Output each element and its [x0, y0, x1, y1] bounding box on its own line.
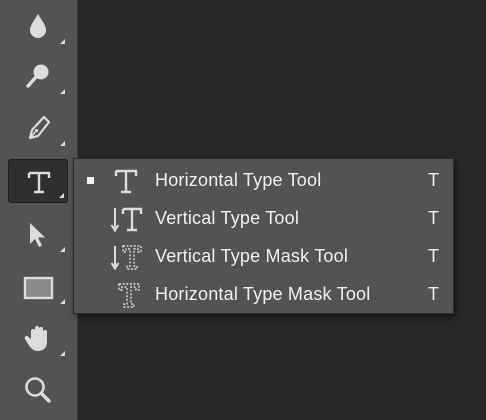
hand-icon: [24, 326, 47, 351]
vertical-type-icon: [110, 207, 143, 233]
menu-item-label: Horizontal Type Mask Tool: [155, 284, 371, 304]
tool-group-indicator: [60, 247, 65, 252]
blur-tool-button[interactable]: [8, 4, 68, 48]
blur-drop-icon: [30, 14, 46, 38]
tool-group-indicator: [60, 39, 65, 44]
tool-group-indicator: [60, 351, 65, 356]
horizontal-type-mask-icon: [118, 283, 140, 308]
menu-item-shortcut: T: [428, 284, 439, 304]
selected-bullet-icon: [87, 177, 94, 184]
menu-item-shortcut: T: [428, 170, 439, 190]
menu-item-horizontal-type-tool[interactable]: Horizontal Type Tool T: [74, 161, 453, 199]
menu-item-shortcut: T: [428, 208, 439, 228]
horizontal-type-icon: [114, 169, 138, 194]
pen-tool-button[interactable]: [8, 106, 68, 150]
type-icon: [27, 171, 51, 194]
menu-item-horizontal-type-mask-tool[interactable]: Horizontal Type Mask Tool T: [74, 275, 453, 313]
hand-tool-button[interactable]: [8, 316, 68, 360]
type-tool-button[interactable]: [8, 159, 68, 203]
tool-group-indicator: [60, 141, 65, 146]
zoom-tool-button[interactable]: [8, 368, 68, 412]
tool-group-indicator: [60, 89, 65, 94]
path-selection-tool-button[interactable]: [8, 212, 68, 256]
rectangle-icon: [23, 276, 54, 300]
pen-icon: [28, 115, 51, 140]
type-tool-flyout-menu: Horizontal Type Tool T Vertical Type Too…: [73, 158, 454, 314]
menu-item-label: Vertical Type Mask Tool: [155, 246, 349, 266]
rectangle-tool-button[interactable]: [8, 264, 68, 308]
tool-group-indicator: [59, 193, 64, 198]
menu-item-label: Horizontal Type Tool: [155, 170, 322, 190]
path-selection-icon: [30, 223, 45, 247]
dodge-tool-button[interactable]: [8, 54, 68, 98]
tool-group-indicator: [60, 299, 65, 304]
vertical-type-mask-icon: [110, 245, 142, 271]
menu-item-label: Vertical Type Tool: [155, 208, 300, 228]
tools-panel: [0, 0, 78, 420]
zoom-icon: [25, 377, 51, 403]
menu-item-vertical-type-tool[interactable]: Vertical Type Tool T: [74, 199, 453, 237]
dodge-icon: [26, 64, 49, 88]
menu-item-vertical-type-mask-tool[interactable]: Vertical Type Mask Tool T: [74, 237, 453, 275]
menu-item-shortcut: T: [428, 246, 439, 266]
